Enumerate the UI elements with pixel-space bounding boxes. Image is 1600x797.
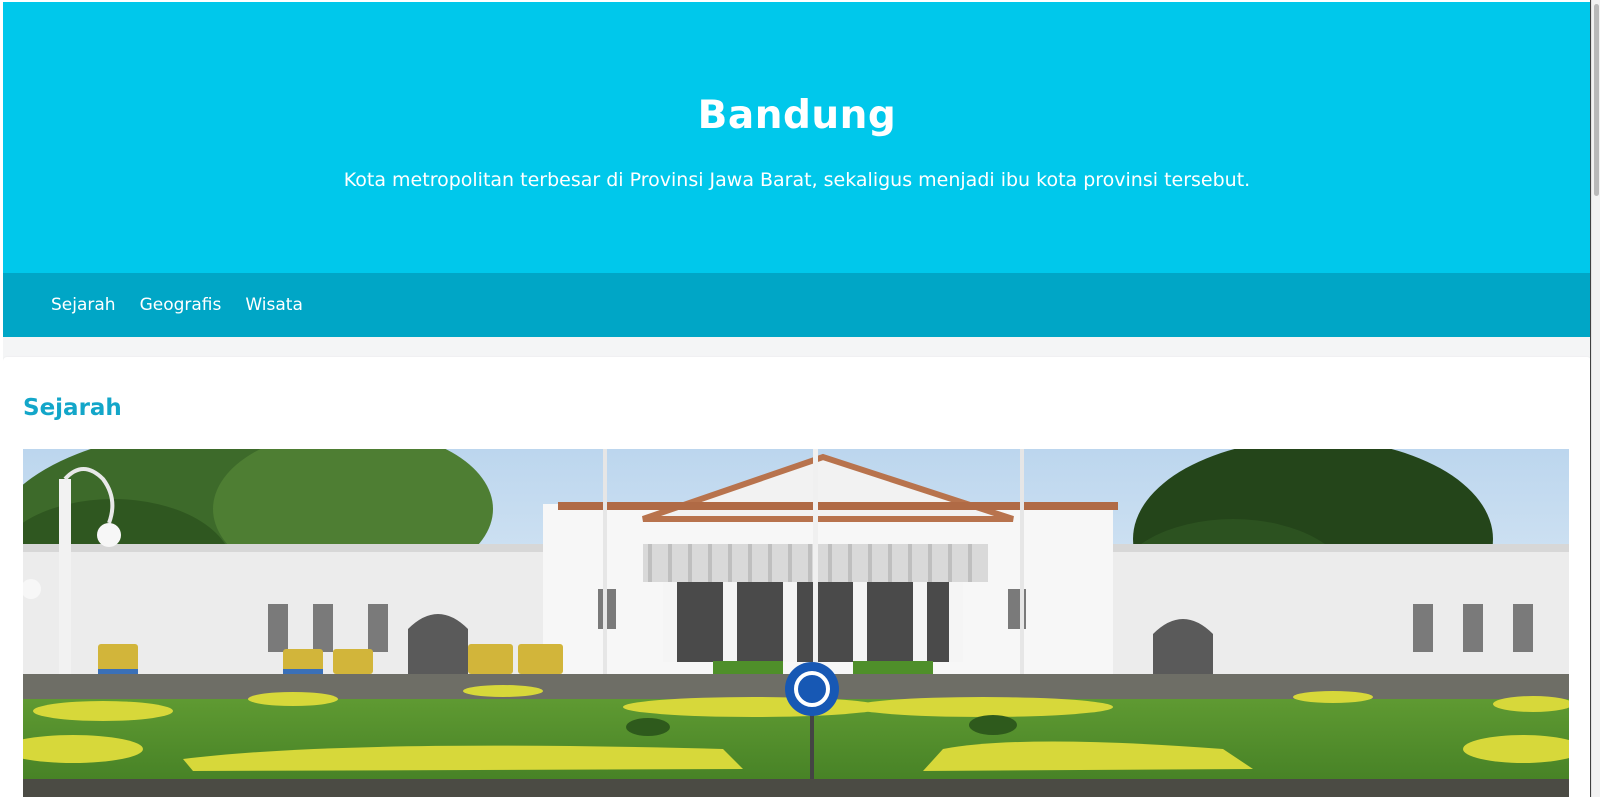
vertical-scrollbar[interactable] <box>1591 0 1600 797</box>
scrollbar-thumb[interactable] <box>1594 4 1599 196</box>
content-card-sejarah: Sejarah <box>3 357 1591 797</box>
browser-window: Bandung Kota metropolitan terbesar di Pr… <box>0 0 1600 797</box>
photo-illustration <box>23 449 1569 797</box>
nav-link-sejarah[interactable]: Sejarah <box>39 285 128 325</box>
gedung-photo <box>23 449 1569 797</box>
nav-link-geografis[interactable]: Geografis <box>128 285 234 325</box>
page-subtitle: Kota metropolitan terbesar di Provinsi J… <box>343 169 1251 191</box>
section-title: Sejarah <box>23 395 122 421</box>
main-navbar: Sejarah Geografis Wisata <box>3 273 1591 337</box>
page: Bandung Kota metropolitan terbesar di Pr… <box>3 2 1591 797</box>
hero-header: Bandung Kota metropolitan terbesar di Pr… <box>3 2 1591 273</box>
page-title: Bandung <box>697 93 897 138</box>
nav-link-wisata[interactable]: Wisata <box>233 285 315 325</box>
